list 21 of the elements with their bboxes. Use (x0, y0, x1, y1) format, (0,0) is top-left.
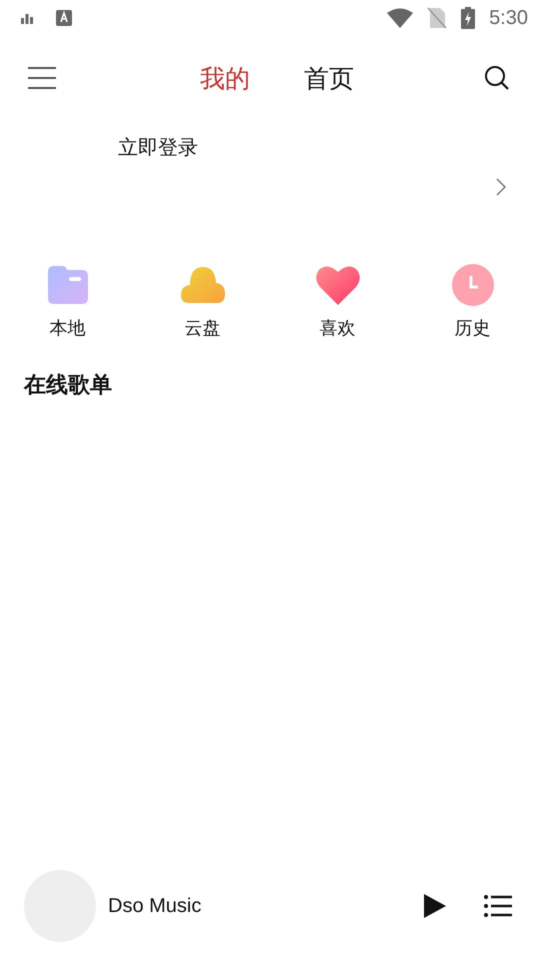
wifi-icon (387, 8, 414, 28)
chevron-right-icon[interactable] (496, 178, 506, 196)
nav-tab[interactable]: 我的 (200, 62, 250, 94)
nav-tab[interactable]: 首页 (304, 62, 354, 94)
no-sim-icon (427, 7, 448, 29)
signal-bars-icon (20, 12, 34, 24)
status-time: 5:30 (489, 6, 528, 30)
play-icon[interactable] (424, 894, 446, 918)
shortcut-label[interactable]: 喜欢 (320, 316, 356, 340)
search-icon[interactable] (484, 65, 510, 91)
section-title: 在线歌单 (22, 372, 113, 400)
shortcut-label[interactable]: 云盘 (184, 316, 220, 340)
shortcut-label[interactable]: 本地 (50, 316, 86, 340)
heart-icon[interactable] (316, 264, 360, 306)
menu-icon[interactable] (28, 67, 56, 89)
battery-charging-icon (461, 7, 476, 29)
login-link[interactable]: 立即登录 (118, 134, 496, 161)
track-title: Dso Music (108, 894, 202, 918)
keyboard-icon (56, 10, 72, 26)
playlist-icon[interactable] (484, 895, 512, 917)
shortcut-label[interactable]: 历史 (454, 316, 490, 340)
